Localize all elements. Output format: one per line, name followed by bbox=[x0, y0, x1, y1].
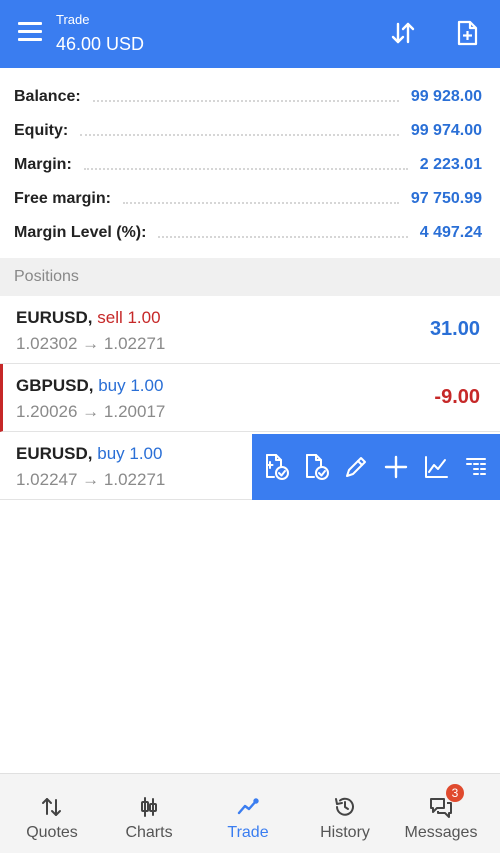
top-app-bar: Trade 46.00 USD bbox=[0, 0, 500, 68]
position-profit: 31.00 bbox=[429, 318, 480, 340]
nav-charts[interactable]: Charts bbox=[104, 774, 194, 853]
close-position-icon[interactable] bbox=[259, 450, 293, 484]
position-row[interactable]: GBPUSD, buy 1.00 1.20026 → 1.20017 -9.00 bbox=[0, 364, 500, 432]
trade-icon bbox=[233, 792, 263, 822]
margin-level-row: Margin Level (%): 4 497.24 bbox=[14, 216, 482, 250]
summary-value: 4 497.24 bbox=[419, 224, 482, 241]
nav-label: Charts bbox=[125, 824, 173, 841]
nav-history[interactable]: History bbox=[300, 774, 390, 853]
summary-value: 99 928.00 bbox=[410, 88, 482, 105]
nav-label: Trade bbox=[227, 824, 269, 841]
position-symbol: EURUSD, bbox=[16, 308, 93, 327]
position-side: buy 1.00 bbox=[98, 376, 164, 395]
new-order-icon[interactable] bbox=[379, 450, 413, 484]
position-prices: 1.02302 → 1.02271 bbox=[16, 334, 166, 353]
summary-label: Free margin: bbox=[14, 190, 111, 207]
bottom-navigation: Quotes Charts Trade History 3 Messages bbox=[0, 773, 500, 853]
screen-title: Trade bbox=[56, 12, 90, 27]
position-prices: 1.02247 → 1.02271 bbox=[16, 470, 166, 489]
history-icon bbox=[330, 792, 360, 822]
menu-icon[interactable] bbox=[18, 22, 42, 42]
messages-badge: 3 bbox=[446, 784, 464, 802]
new-order-icon[interactable] bbox=[452, 18, 482, 48]
summary-label: Balance: bbox=[14, 88, 81, 105]
position-action-bar bbox=[252, 434, 500, 500]
dot-leader bbox=[122, 194, 399, 204]
position-profit: -9.00 bbox=[434, 386, 480, 408]
position-title: EURUSD, sell 1.00 bbox=[16, 308, 161, 328]
position-prices: 1.20026 → 1.20017 bbox=[16, 402, 166, 421]
chart-icon[interactable] bbox=[419, 450, 453, 484]
edit-icon[interactable] bbox=[339, 450, 373, 484]
free-margin-row: Free margin: 97 750.99 bbox=[14, 182, 482, 216]
charts-icon bbox=[134, 792, 164, 822]
nav-label: Quotes bbox=[26, 824, 78, 841]
positions-header-label: Positions bbox=[14, 268, 79, 285]
balance-row: Balance: 99 928.00 bbox=[14, 80, 482, 114]
position-symbol: GBPUSD, bbox=[16, 376, 94, 395]
position-title: GBPUSD, buy 1.00 bbox=[16, 376, 163, 396]
summary-label: Equity: bbox=[14, 122, 69, 139]
depth-icon[interactable] bbox=[459, 450, 493, 484]
position-side: buy 1.00 bbox=[97, 444, 163, 463]
balance-display: 46.00 USD bbox=[56, 34, 145, 54]
dot-leader bbox=[80, 126, 399, 136]
position-side: sell 1.00 bbox=[97, 308, 161, 327]
nav-trade[interactable]: Trade bbox=[203, 774, 293, 853]
summary-label: Margin Level (%): bbox=[14, 224, 147, 241]
summary-label: Margin: bbox=[14, 156, 72, 173]
position-symbol: EURUSD, bbox=[16, 444, 93, 463]
sort-icon[interactable] bbox=[388, 18, 418, 48]
quotes-icon bbox=[37, 792, 67, 822]
summary-value: 99 974.00 bbox=[410, 122, 482, 139]
dot-leader bbox=[92, 92, 399, 102]
equity-row: Equity: 99 974.00 bbox=[14, 114, 482, 148]
dot-leader bbox=[158, 228, 408, 238]
nav-messages[interactable]: 3 Messages bbox=[396, 774, 486, 853]
position-title: EURUSD, buy 1.00 bbox=[16, 444, 162, 464]
margin-row: Margin: 2 223.01 bbox=[14, 148, 482, 182]
nav-label: History bbox=[320, 824, 370, 841]
nav-quotes[interactable]: Quotes bbox=[7, 774, 97, 853]
summary-value: 2 223.01 bbox=[419, 156, 482, 173]
summary-value: 97 750.99 bbox=[410, 190, 482, 207]
nav-label: Messages bbox=[404, 824, 478, 841]
dot-leader bbox=[83, 160, 408, 170]
close-order-icon[interactable] bbox=[299, 450, 333, 484]
positions-section-header: Positions bbox=[0, 258, 500, 296]
position-row[interactable]: EURUSD, sell 1.00 1.02302 → 1.02271 31.0… bbox=[0, 296, 500, 364]
